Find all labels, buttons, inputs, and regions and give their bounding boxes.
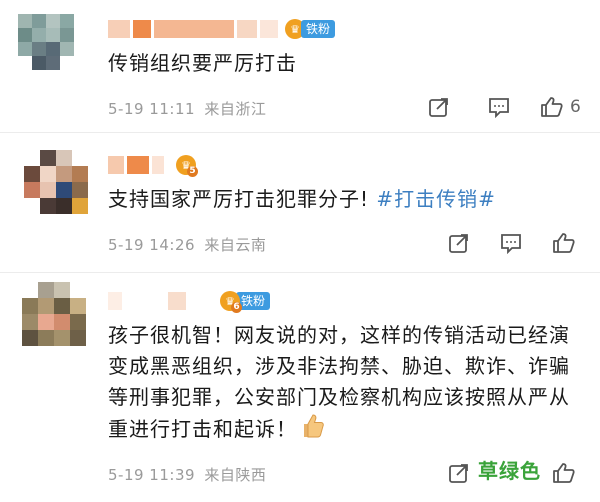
comment-icon bbox=[501, 234, 521, 254]
divider bbox=[0, 132, 600, 133]
fan-badge: ♛ 6 铁粉 bbox=[220, 291, 271, 313]
comment-text-plain: 支持国家严厉打击犯罪分子! bbox=[108, 187, 377, 211]
comment-button[interactable] bbox=[488, 96, 540, 118]
avatar[interactable] bbox=[24, 150, 88, 214]
level-badge: ♛ 5 bbox=[176, 155, 198, 177]
comment-text: 孩子很机智！网友说的对，这样的传销活动已经演变成黑恶组织，涉及非法拘禁、胁迫、欺… bbox=[108, 320, 588, 448]
like-icon bbox=[553, 463, 575, 483]
share-icon bbox=[449, 464, 468, 483]
crown-badge-icon: ♛ 5 bbox=[176, 155, 198, 177]
comment-meta: 5-19 14:26 来自云南 bbox=[108, 234, 266, 255]
watermark: 草绿色 bbox=[478, 459, 541, 483]
comment-actions: 6 bbox=[428, 96, 581, 118]
comment-meta: 5-19 11:39 来自陕西 bbox=[108, 464, 266, 485]
hashtag-link[interactable]: #打击传销# bbox=[376, 187, 496, 211]
avatar[interactable] bbox=[22, 282, 86, 346]
username-obscured[interactable]: ♛ 铁粉 bbox=[108, 18, 336, 40]
divider bbox=[0, 272, 600, 273]
location: 来自云南 bbox=[204, 236, 267, 254]
comment-text: 支持国家严厉打击犯罪分子! #打击传销# bbox=[108, 184, 496, 214]
username-obscured[interactable]: ♛ 6 铁粉 bbox=[108, 290, 271, 313]
comment-actions bbox=[448, 232, 576, 254]
like-button[interactable] bbox=[552, 232, 576, 254]
like-icon bbox=[541, 97, 563, 117]
avatar[interactable] bbox=[18, 14, 74, 70]
comment-button[interactable] bbox=[500, 232, 552, 254]
crown-badge-icon: ♛ 6 bbox=[220, 291, 242, 313]
location: 来自浙江 bbox=[204, 100, 267, 118]
comment-icon bbox=[489, 98, 509, 118]
share-button[interactable] bbox=[448, 232, 500, 254]
like-icon bbox=[553, 233, 575, 253]
like-button[interactable]: 6 bbox=[540, 96, 581, 118]
location: 来自陕西 bbox=[204, 466, 267, 484]
fan-badge-label: 铁粉 bbox=[301, 20, 336, 38]
badge-level: 5 bbox=[187, 166, 198, 177]
timestamp: 5-19 14:26 bbox=[108, 236, 196, 254]
share-button[interactable] bbox=[428, 96, 488, 118]
comment-text: 传销组织要严厉打击 bbox=[108, 51, 297, 75]
fan-badge: ♛ 铁粉 bbox=[285, 19, 336, 39]
share-icon bbox=[429, 98, 448, 117]
like-count: 6 bbox=[570, 97, 581, 117]
badge-level: 6 bbox=[231, 302, 242, 313]
username-obscured[interactable]: ♛ 5 bbox=[108, 154, 198, 177]
comment-meta: 5-19 11:11 来自浙江 bbox=[108, 98, 266, 119]
share-icon bbox=[449, 234, 468, 253]
thumbs-up-emoji bbox=[301, 413, 325, 448]
timestamp: 5-19 11:11 bbox=[108, 100, 196, 118]
timestamp: 5-19 11:39 bbox=[108, 466, 196, 484]
comment-text-body: 孩子很机智！网友说的对，这样的传销活动已经演变成黑恶组织，涉及非法拘禁、胁迫、欺… bbox=[108, 323, 570, 441]
like-button[interactable] bbox=[552, 462, 576, 484]
